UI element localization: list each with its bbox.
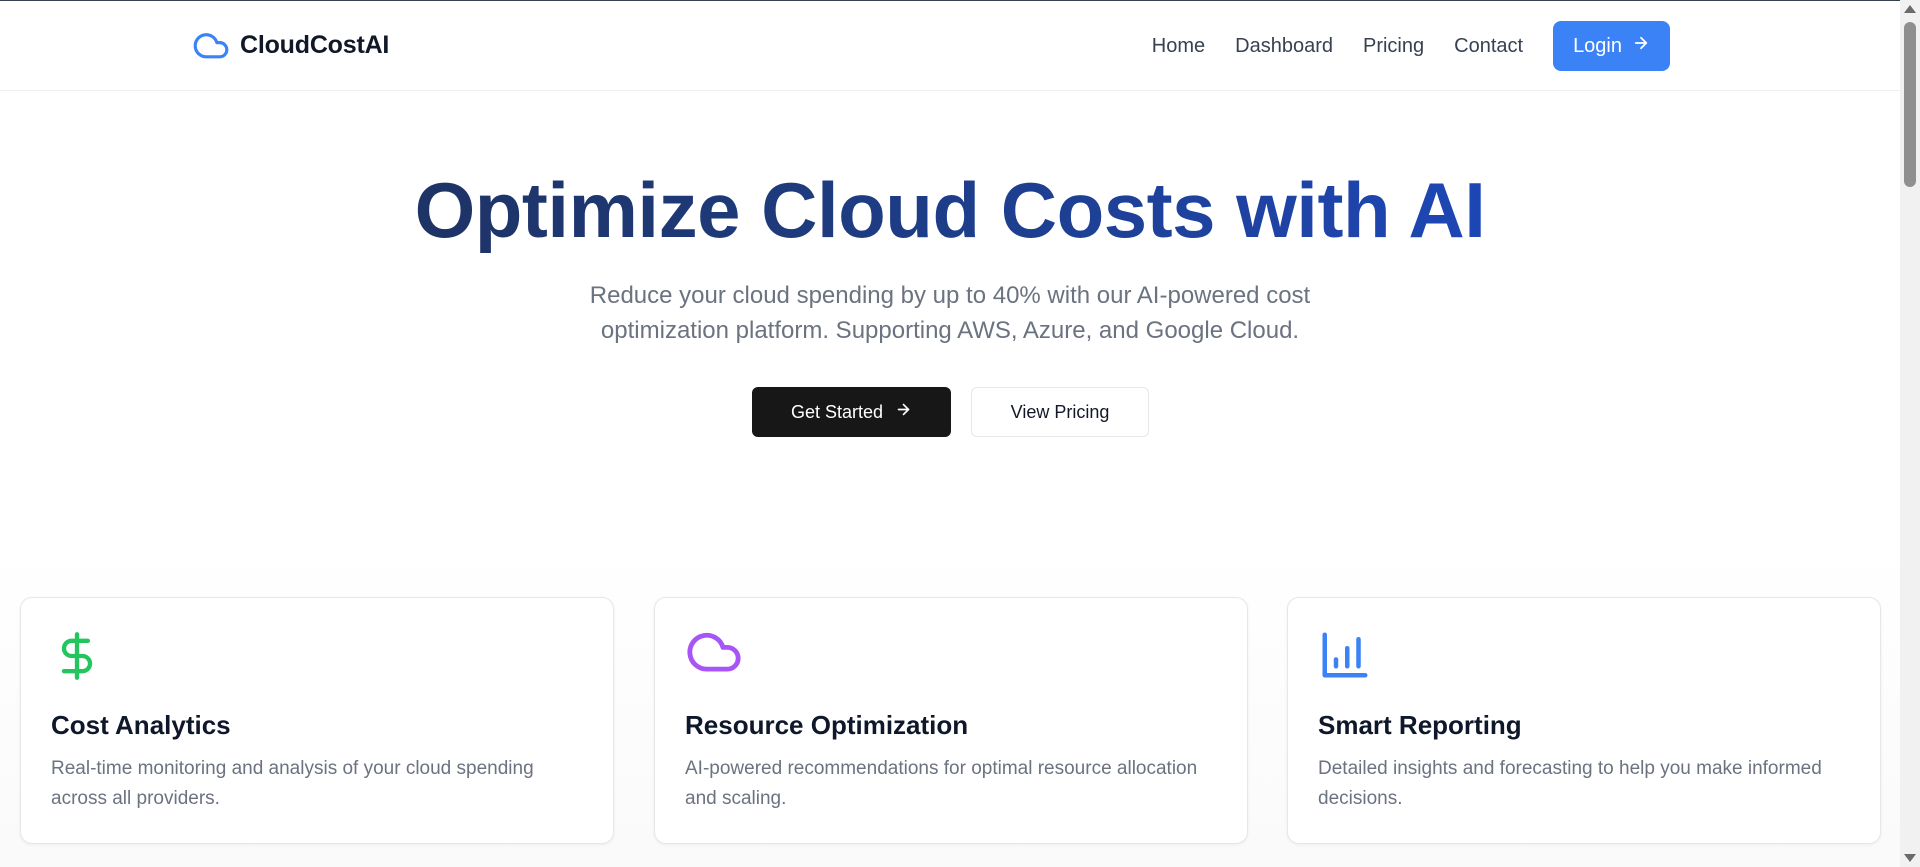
scroll-down-arrow-icon[interactable] [1904,854,1916,862]
brand-name: CloudCostAI [240,30,390,59]
login-button[interactable]: Login [1553,21,1670,71]
arrow-right-icon [1632,34,1650,58]
site-header: CloudCostAI Home Dashboard Pricing Conta… [0,1,1900,91]
dollar-icon [51,628,103,684]
feature-description: Detailed insights and forecasting to hel… [1318,758,1822,809]
cloud-icon [192,30,230,60]
get-started-label: Get Started [790,401,884,422]
main-nav: Home Dashboard Pricing Contact Login [1152,21,1670,71]
hero-actions: Get Started View Pricing [752,387,1149,437]
arrow-right-icon [895,401,912,423]
feature-title: Cost Analytics [51,710,231,740]
feature-title: Resource Optimization [685,710,969,740]
feature-description: Real-time monitoring and analysis of you… [51,758,534,809]
view-pricing-label: View Pricing [1010,401,1110,422]
cloud-icon [685,628,743,674]
nav-dashboard[interactable]: Dashboard [1235,35,1333,58]
scroll-up-arrow-icon[interactable] [1904,5,1916,13]
hero-title: Optimize Cloud Costs with AI [0,165,1900,255]
scrollbar-thumb[interactable] [1904,22,1916,187]
get-started-button[interactable]: Get Started [752,387,951,437]
feature-card-smart-reporting: Smart Reporting Detailed insights and fo… [1287,597,1881,844]
feature-card-cost-analytics: Cost Analytics Real-time monitoring and … [20,597,614,844]
page: CloudCostAI Home Dashboard Pricing Conta… [0,0,1920,867]
hero-subtitle: Reduce your cloud spending by up to 40% … [589,282,1311,344]
login-label: Login [1573,34,1622,57]
vertical-scrollbar[interactable] [1900,0,1920,867]
feature-card-resource-optimization: Resource Optimization AI-powered recomme… [654,597,1248,844]
brand-logo[interactable]: CloudCostAI [192,30,389,60]
feature-title: Smart Reporting [1318,710,1522,740]
nav-pricing[interactable]: Pricing [1363,35,1424,58]
bar-chart-icon [1318,628,1372,682]
feature-description: AI-powered recommendations for optimal r… [685,758,1198,809]
nav-home[interactable]: Home [1152,35,1205,58]
view-pricing-button[interactable]: View Pricing [971,387,1149,437]
nav-contact[interactable]: Contact [1454,35,1523,58]
